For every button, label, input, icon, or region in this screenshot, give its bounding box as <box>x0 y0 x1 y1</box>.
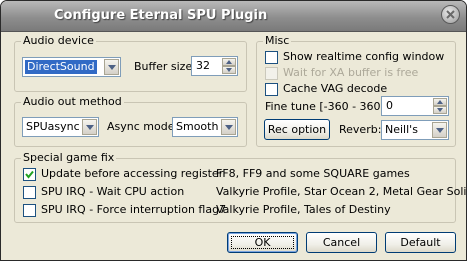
config-dialog: Configure Eternal SPU Plugin Audio devic… <box>0 0 467 261</box>
special-game-fix-group-label: Special game fix <box>21 151 117 165</box>
focus-rect <box>231 236 294 249</box>
reverb-label: Reverb: <box>339 123 382 136</box>
audio-device-select[interactable]: DirectSound <box>22 57 121 77</box>
arrow-down-icon <box>226 68 232 72</box>
async-mode-label: Async mode: <box>107 120 179 133</box>
close-button[interactable] <box>441 5 460 24</box>
close-icon <box>446 10 455 19</box>
fix-irq-force-checkbox[interactable] <box>23 204 36 217</box>
checkmark-icon <box>25 170 34 179</box>
audio-device-value: DirectSound <box>25 60 97 74</box>
realtime-config-checkbox[interactable] <box>265 51 278 64</box>
chevron-down-icon <box>225 125 233 130</box>
fine-tune-down-button[interactable] <box>433 106 447 114</box>
async-mode-value: Smooth <box>176 120 219 133</box>
fix-irq-wait-label[interactable]: SPU IRQ - Wait CPU action <box>41 185 184 199</box>
misc-group-label: Misc <box>263 34 292 48</box>
buffer-size-up-button[interactable] <box>222 58 236 66</box>
title-bar[interactable]: Configure Eternal SPU Plugin <box>1 1 466 32</box>
chevron-down-icon <box>436 128 444 133</box>
audio-out-method-value: SPUasync <box>26 120 80 133</box>
arrow-up-icon <box>437 100 443 104</box>
cancel-button[interactable]: Cancel <box>306 232 377 253</box>
fine-tune-spinner[interactable]: 0 <box>381 96 449 116</box>
wait-xa-buffer-label: Wait for XA buffer is free <box>283 66 419 79</box>
async-mode-select[interactable]: Smooth <box>172 117 238 137</box>
fine-tune-up-button[interactable] <box>433 98 447 106</box>
audio-out-method-group-label: Audio out method <box>21 95 124 109</box>
fix-irq-wait-checkbox[interactable] <box>23 186 36 199</box>
buffer-size-label: Buffer size: <box>134 60 196 73</box>
arrow-down-icon <box>437 108 443 112</box>
fix-irq-force-label[interactable]: SPU IRQ - Force interruption flag7 <box>41 203 226 217</box>
audio-out-method-select[interactable]: SPUasync <box>22 117 99 137</box>
realtime-config-label[interactable]: Show realtime config window <box>283 50 444 64</box>
default-button[interactable]: Default <box>385 232 456 253</box>
cache-vag-label[interactable]: Cache VAG decode <box>283 82 387 96</box>
fix-update-register-games: FF8, FF9 and some SQUARE games <box>216 167 410 180</box>
ok-button[interactable]: OK <box>227 232 298 253</box>
audio-device-group-label: Audio device <box>21 34 96 48</box>
audio-device-dropdown-button[interactable] <box>104 59 119 75</box>
rec-option-button[interactable]: Rec option <box>264 119 330 140</box>
reverb-dropdown-button[interactable] <box>432 122 447 138</box>
cache-vag-checkbox[interactable] <box>265 83 278 96</box>
reverb-select[interactable]: Neill's <box>381 120 449 140</box>
wait-xa-buffer-checkbox <box>265 67 278 80</box>
reverb-value: Neill's <box>385 123 418 136</box>
fix-update-register-checkbox[interactable] <box>23 168 36 181</box>
chevron-down-icon <box>86 125 94 130</box>
fix-irq-force-games: Valkyrie Profile, Tales of Destiny <box>216 203 391 216</box>
fix-update-register-label[interactable]: Update before accessing register <box>41 167 223 181</box>
async-mode-dropdown-button[interactable] <box>221 119 236 135</box>
buffer-size-down-button[interactable] <box>222 66 236 74</box>
audio-out-method-dropdown-button[interactable] <box>82 119 97 135</box>
fine-tune-value: 0 <box>386 99 393 112</box>
window-title: Configure Eternal SPU Plugin <box>54 8 268 23</box>
fine-tune-label: Fine tune [-360 - 360]: <box>265 100 389 113</box>
arrow-up-icon <box>226 60 232 64</box>
chevron-down-icon <box>108 65 116 70</box>
fix-irq-wait-games: Valkyrie Profile, Star Ocean 2, Metal Ge… <box>216 185 467 198</box>
buffer-size-value: 32 <box>196 59 210 72</box>
buffer-size-spinner[interactable]: 32 <box>191 56 238 76</box>
